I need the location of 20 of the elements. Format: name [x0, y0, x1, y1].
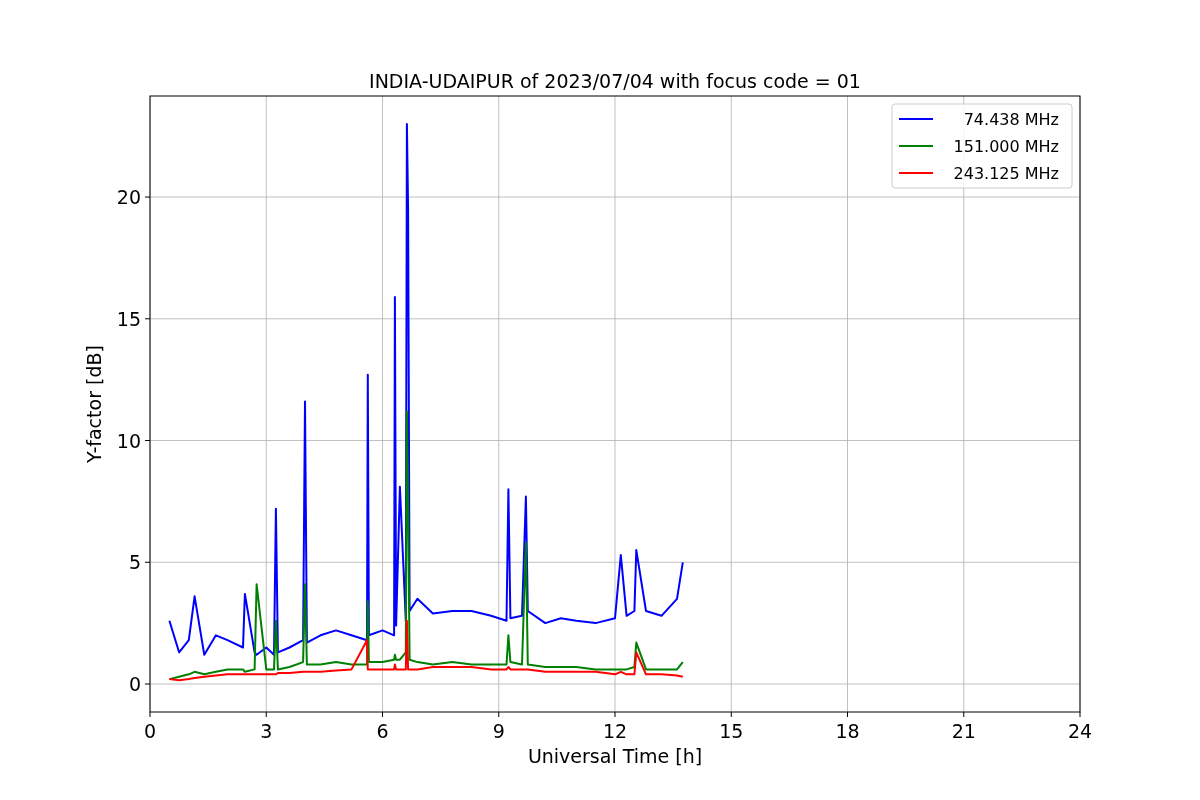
y-axis-label: Y-factor [dB]: [83, 345, 105, 463]
tick-label: 15: [116, 307, 141, 330]
tick-label: 9: [492, 720, 505, 742]
tick-label: 0: [143, 720, 157, 742]
tick-label: 6: [376, 720, 389, 742]
chart-title: INDIA-UDAIPUR of 2023/07/04 with focus code = 01: [369, 70, 861, 92]
tick-label: 21: [951, 720, 976, 742]
tick-label: 5: [128, 551, 141, 574]
tick-label: 18: [835, 720, 860, 742]
legend-label: 74.438 MHz: [963, 110, 1059, 129]
tick-label: 0: [128, 673, 141, 695]
tick-label: 24: [1067, 720, 1093, 742]
tick-label: 12: [602, 720, 628, 742]
tick-label: 20: [116, 186, 141, 209]
legend-label: 151.000 MHz: [953, 137, 1059, 156]
x-axis-label: Universal Time [h]: [527, 745, 703, 767]
tick-label: 3: [260, 720, 273, 742]
tick-label: 10: [116, 429, 141, 452]
tick-label: 15: [719, 720, 744, 742]
legend-label: 243.125 MHz: [953, 164, 1059, 183]
